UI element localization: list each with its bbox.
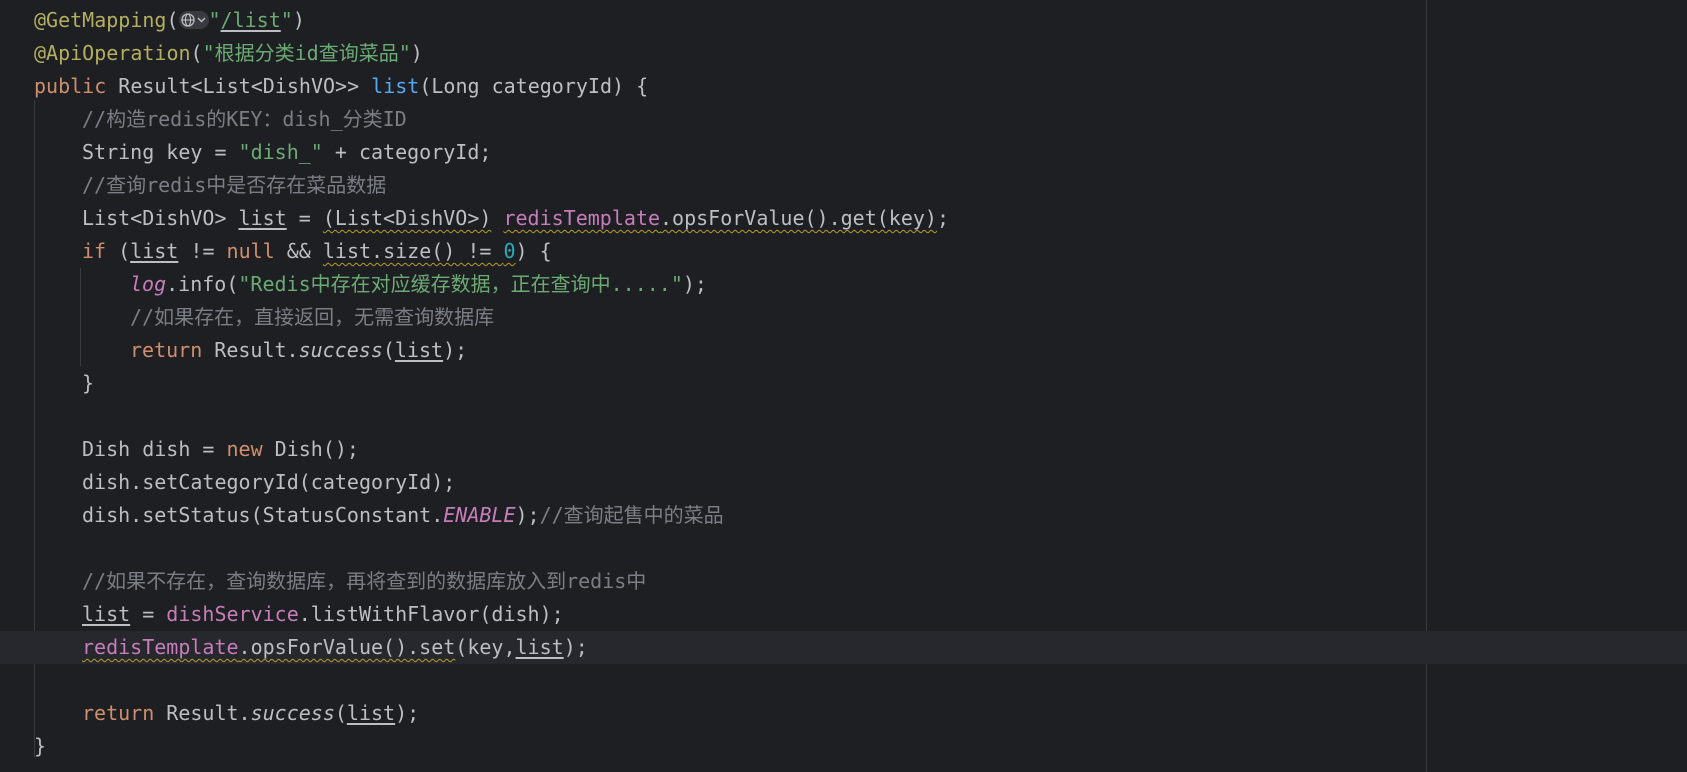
code-line[interactable]: public Result<List<DishVO>> list(Long ca… bbox=[0, 70, 1426, 103]
field-dish-service[interactable]: dishService bbox=[166, 602, 298, 626]
constant-enable[interactable]: ENABLE bbox=[443, 503, 515, 527]
code-line[interactable]: dish.setStatus(StatusConstant.ENABLE);//… bbox=[0, 499, 1426, 532]
field-log[interactable]: log bbox=[130, 272, 166, 296]
code-line[interactable]: } bbox=[0, 367, 1426, 400]
comment: //查询起售中的菜品 bbox=[539, 503, 724, 527]
method-success[interactable]: success bbox=[251, 701, 335, 725]
variable-list[interactable]: list bbox=[82, 602, 130, 626]
comment: //构造redis的KEY：dish_分类ID bbox=[82, 107, 407, 131]
variable-list[interactable]: list bbox=[516, 635, 564, 659]
globe-icon[interactable] bbox=[178, 10, 209, 30]
method-call[interactable]: .opsForValue().get(key) bbox=[660, 206, 937, 230]
keyword: return bbox=[130, 338, 203, 362]
keyword: if bbox=[82, 239, 107, 263]
code-line[interactable]: return Result.success(list); bbox=[0, 697, 1426, 730]
field-redis-template[interactable]: redisTemplate bbox=[503, 206, 660, 230]
comment: //查询redis中是否存在菜品数据 bbox=[82, 173, 387, 197]
keyword: public bbox=[34, 74, 107, 98]
string-literal: "根据分类id查询菜品" bbox=[202, 41, 411, 65]
keyword: null bbox=[226, 239, 275, 263]
string-literal: "Redis中存在对应缓存数据，正在查询中....." bbox=[238, 272, 683, 296]
code-line[interactable]: return Result.success(list); bbox=[0, 334, 1426, 367]
variable-list[interactable]: list bbox=[395, 338, 443, 362]
code-line[interactable]: list = dishService.listWithFlavor(dish); bbox=[0, 598, 1426, 631]
simplifiable-condition-warning[interactable]: list.size() != bbox=[323, 239, 504, 263]
variable-list[interactable]: list bbox=[239, 206, 287, 230]
closing-brace: } bbox=[82, 371, 95, 395]
code-line[interactable]: //构造redis的KEY：dish_分类ID bbox=[0, 103, 1426, 136]
string-literal: "dish_" bbox=[238, 140, 323, 164]
annotation: @GetMapping bbox=[34, 8, 167, 32]
annotation: @ApiOperation bbox=[34, 41, 191, 65]
code-line[interactable]: if (list != null && list.size() != 0) { bbox=[0, 235, 1426, 268]
code-line[interactable]: @GetMapping("/list") bbox=[0, 4, 1426, 37]
code-line-current[interactable]: redisTemplate.opsForValue().set(key,list… bbox=[0, 631, 1687, 664]
field-redis-template[interactable]: redisTemplate bbox=[82, 635, 239, 659]
closing-brace: } bbox=[34, 734, 47, 758]
comment: //如果存在，直接返回，无需查询数据库 bbox=[130, 305, 495, 329]
unchecked-cast-warning[interactable]: (List<DishVO>) bbox=[323, 206, 492, 230]
method-call[interactable]: .opsForValue().set bbox=[239, 635, 456, 659]
code-line[interactable]: //如果存在，直接返回，无需查询数据库 bbox=[0, 301, 1426, 334]
variable-list[interactable]: list bbox=[347, 701, 395, 725]
method-success[interactable]: success bbox=[299, 338, 383, 362]
keyword: new bbox=[226, 437, 263, 461]
comment: //如果不存在，查询数据库，再将查到的数据库放入到redis中 bbox=[82, 569, 647, 593]
code-line[interactable]: //如果不存在，查询数据库，再将查到的数据库放入到redis中 bbox=[0, 565, 1426, 598]
method-name[interactable]: list bbox=[371, 74, 419, 98]
code-editor[interactable]: @GetMapping("/list") @ApiOperation("根据分类… bbox=[0, 0, 1687, 772]
keyword: return bbox=[82, 701, 155, 725]
code-line[interactable]: Dish dish = new Dish(); bbox=[0, 433, 1426, 466]
code-line[interactable]: List<DishVO> list = (List<DishVO>) redis… bbox=[0, 202, 1426, 235]
code-line[interactable]: //查询redis中是否存在菜品数据 bbox=[0, 169, 1426, 202]
variable-list[interactable]: list bbox=[130, 239, 178, 263]
url-path[interactable]: /list bbox=[221, 8, 281, 32]
code-line[interactable]: } bbox=[0, 730, 1426, 763]
code-line[interactable]: String key = "dish_" + categoryId; bbox=[0, 136, 1426, 169]
code-line[interactable]: dish.setCategoryId(categoryId); bbox=[0, 466, 1426, 499]
number-literal: 0 bbox=[503, 239, 516, 263]
code-line[interactable]: @ApiOperation("根据分类id查询菜品") bbox=[0, 37, 1426, 70]
code-line[interactable]: log.info("Redis中存在对应缓存数据，正在查询中....."); bbox=[0, 268, 1426, 301]
